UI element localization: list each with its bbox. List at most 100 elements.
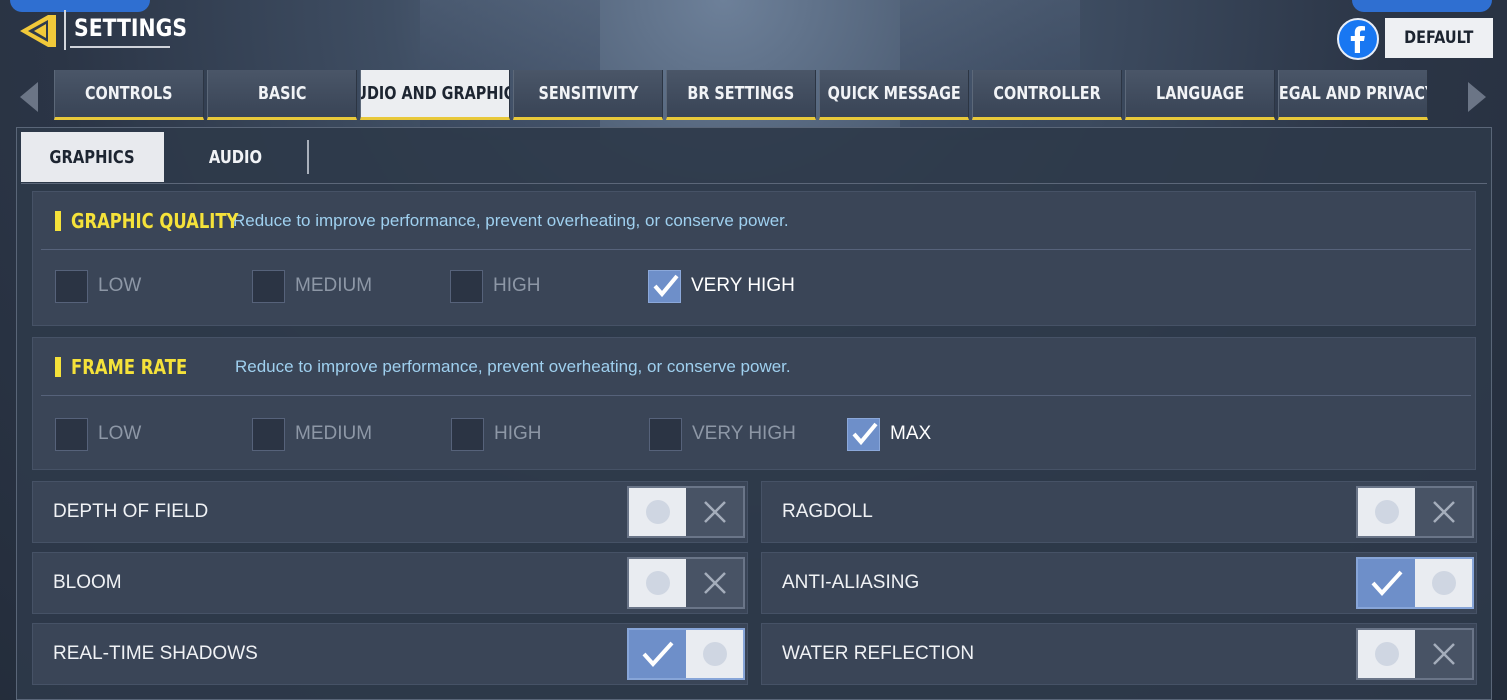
- setting-row-bloom: BLOOM: [32, 552, 748, 614]
- page-title: SETTINGS: [74, 14, 188, 42]
- toggle-switch-off[interactable]: [627, 557, 745, 609]
- checkmark-icon: [652, 274, 679, 298]
- top-indicator: [1352, 0, 1492, 12]
- section-header: FRAME RATE Reduce to improve performance…: [33, 338, 1475, 396]
- option-medium[interactable]: MEDIUM: [252, 268, 372, 304]
- checkbox[interactable]: [252, 417, 285, 451]
- toggle-switch-off[interactable]: [627, 486, 745, 538]
- toggle-knob: [1358, 488, 1415, 536]
- setting-label: WATER REFLECTION: [782, 643, 975, 664]
- toggle-switch-off[interactable]: [1356, 628, 1474, 680]
- setting-row-real-time-shadows: REAL-TIME SHADOWS: [32, 623, 748, 685]
- setting-label: REAL-TIME SHADOWS: [53, 643, 258, 664]
- subtabs: GRAPHICS AUDIO: [21, 131, 309, 183]
- tab-controls[interactable]: CONTROLS: [54, 70, 204, 120]
- subtab-graphics[interactable]: GRAPHICS: [21, 132, 164, 182]
- setting-row-anti-aliasing: ANTI-ALIASING: [761, 552, 1477, 614]
- option-label: MEDIUM: [295, 423, 373, 444]
- main-tabs: CONTROLS BASIC AUDIO AND GRAPHICS SENSIT…: [54, 70, 1428, 120]
- toggle-knob: [629, 559, 686, 607]
- facebook-icon[interactable]: [1337, 18, 1379, 60]
- tab-quick-message[interactable]: QUICK MESSAGE: [819, 70, 969, 120]
- tab-label: SENSITIVITY: [538, 83, 638, 104]
- option-label: MAX: [890, 423, 932, 444]
- toggle-on-side: [1358, 559, 1415, 607]
- tab-label: BASIC: [257, 83, 307, 104]
- subtab-divider: [307, 140, 309, 174]
- checkbox[interactable]: [252, 269, 285, 303]
- graphic-quality-section: GRAPHIC QUALITY Reduce to improve perfor…: [32, 191, 1476, 326]
- section-marker: [55, 211, 61, 231]
- back-button[interactable]: [18, 12, 58, 50]
- toggle-off-side: [1415, 488, 1472, 536]
- tab-label: CONTROLLER: [993, 83, 1101, 104]
- section-divider: [41, 249, 1471, 250]
- toggle-switch-on[interactable]: [1356, 557, 1474, 609]
- tab-scroll-left-icon[interactable]: [18, 80, 40, 114]
- option-very-high[interactable]: VERY HIGH: [649, 416, 796, 452]
- option-label: HIGH: [493, 275, 541, 296]
- checkmark-icon: [642, 641, 673, 667]
- toggle-on-side: [629, 630, 686, 678]
- section-header: GRAPHIC QUALITY Reduce to improve perfor…: [33, 192, 1475, 250]
- option-very-high[interactable]: VERY HIGH: [648, 268, 795, 304]
- setting-label: RAGDOLL: [782, 501, 873, 522]
- top-indicator: [10, 0, 150, 12]
- option-max[interactable]: MAX: [847, 416, 931, 452]
- checkbox-checked[interactable]: [648, 269, 681, 303]
- toggle-switch-off[interactable]: [1356, 486, 1474, 538]
- toggle-knob: [1415, 559, 1472, 607]
- checkbox[interactable]: [55, 417, 88, 451]
- toggle-knob: [686, 630, 743, 678]
- x-icon: [703, 572, 726, 594]
- option-label: HIGH: [494, 423, 542, 444]
- default-button-label: DEFAULT: [1404, 28, 1474, 48]
- option-high[interactable]: HIGH: [451, 416, 542, 452]
- option-high[interactable]: HIGH: [450, 268, 541, 304]
- tab-basic[interactable]: BASIC: [207, 70, 357, 120]
- toggle-off-side: [686, 559, 743, 607]
- setting-label: ANTI-ALIASING: [782, 572, 920, 593]
- checkmark-icon: [1371, 570, 1402, 596]
- back-arrow-icon: [20, 15, 56, 47]
- subtab-label: AUDIO: [208, 146, 263, 168]
- checkbox[interactable]: [55, 269, 88, 303]
- checkbox[interactable]: [649, 417, 682, 451]
- toggle-off-side: [1415, 630, 1472, 678]
- settings-panel: GRAPHICS AUDIO GRAPHIC QUALITY Reduce to…: [16, 127, 1492, 700]
- setting-row-depth-of-field: DEPTH OF FIELD: [32, 481, 748, 543]
- tab-label: BR SETTINGS: [687, 83, 795, 104]
- x-icon: [1432, 643, 1455, 665]
- default-button[interactable]: DEFAULT: [1385, 18, 1493, 58]
- setting-label: BLOOM: [53, 572, 122, 593]
- toggle-switch-on[interactable]: [627, 628, 745, 680]
- tab-label: LEGAL AND PRIVACY: [1278, 83, 1428, 104]
- option-label: VERY HIGH: [692, 423, 796, 444]
- tab-scroll-right-icon[interactable]: [1466, 80, 1488, 114]
- tab-label: QUICK MESSAGE: [827, 83, 961, 104]
- tab-language[interactable]: LANGUAGE: [1125, 70, 1275, 120]
- tab-br-settings[interactable]: BR SETTINGS: [666, 70, 816, 120]
- checkbox[interactable]: [450, 269, 483, 303]
- section-divider: [41, 395, 1471, 396]
- subtab-audio[interactable]: AUDIO: [164, 132, 307, 182]
- option-low[interactable]: LOW: [55, 416, 141, 452]
- frame-rate-section: FRAME RATE Reduce to improve performance…: [32, 337, 1476, 470]
- subtab-underline: [21, 183, 1487, 184]
- toggle-knob: [1358, 630, 1415, 678]
- subtab-label: GRAPHICS: [49, 146, 136, 168]
- section-description: Reduce to improve performance, prevent o…: [235, 357, 791, 376]
- section-title: FRAME RATE: [71, 355, 188, 379]
- tab-sensitivity[interactable]: SENSITIVITY: [513, 70, 663, 120]
- checkbox-checked[interactable]: [847, 417, 880, 451]
- tab-audio-and-graphics[interactable]: AUDIO AND GRAPHICS: [360, 70, 510, 120]
- x-icon: [703, 501, 726, 523]
- checkmark-icon: [851, 422, 878, 446]
- checkbox[interactable]: [451, 417, 484, 451]
- tab-legal-and-privacy[interactable]: LEGAL AND PRIVACY: [1278, 70, 1428, 120]
- option-medium[interactable]: MEDIUM: [252, 416, 372, 452]
- option-label: LOW: [98, 275, 142, 296]
- tab-controller[interactable]: CONTROLLER: [972, 70, 1122, 120]
- setting-row-water-reflection: WATER REFLECTION: [761, 623, 1477, 685]
- option-low[interactable]: LOW: [55, 268, 141, 304]
